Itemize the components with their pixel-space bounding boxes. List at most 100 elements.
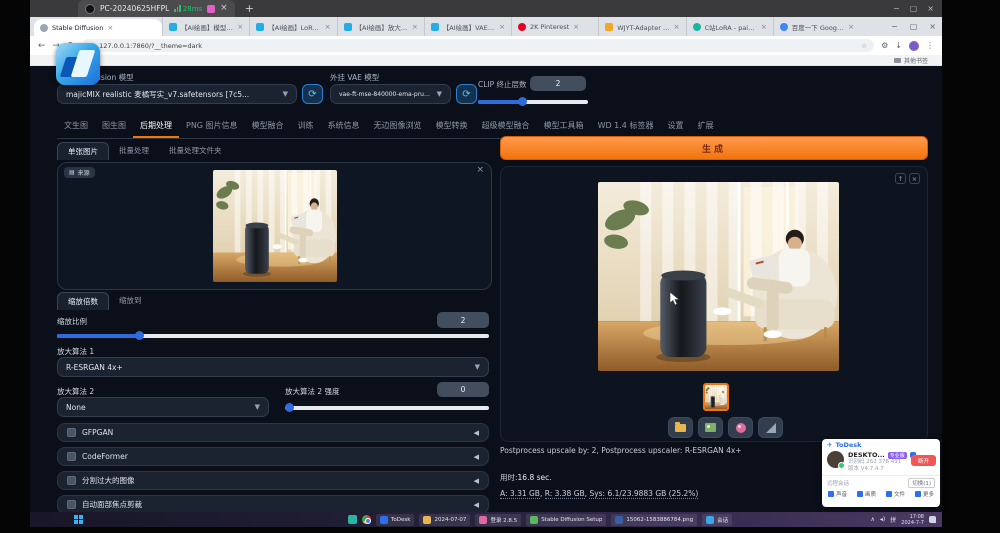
tab-close-icon[interactable]: × <box>761 23 767 31</box>
todesk-window-controls[interactable]: − ▢ × <box>893 0 934 17</box>
tab-close-icon[interactable]: × <box>573 23 579 31</box>
profile-avatar[interactable] <box>909 41 919 51</box>
auto-face-crop-checkbox[interactable] <box>67 500 76 509</box>
tab-checkpoint-merger[interactable]: 模型融合 <box>245 114 291 138</box>
result-image[interactable] <box>598 182 839 371</box>
accordion-gfpgan[interactable]: GFPGAN ◀ <box>57 423 489 442</box>
maximize-icon[interactable]: ▢ <box>910 4 918 13</box>
tab-txt2img[interactable]: 文生图 <box>57 114 95 138</box>
quality-action[interactable]: 画质 <box>857 490 876 498</box>
disconnect-button[interactable]: 断开 <box>911 455 936 466</box>
bookmark-star-icon[interactable]: ☆ <box>861 42 867 50</box>
file-transfer-action[interactable]: 文件 <box>886 490 905 498</box>
menu-kebab-icon[interactable]: ⋮ <box>926 41 934 50</box>
tab-close-icon[interactable]: × <box>499 23 505 31</box>
tab-wd-tagger[interactable]: WD 1.4 标签器 <box>591 114 661 138</box>
clear-image-icon[interactable]: × <box>476 165 484 175</box>
volume-icon[interactable]: ◂) <box>880 516 885 523</box>
tab-train[interactable]: 训练 <box>291 114 321 138</box>
browser-tab[interactable]: WJYT-Adapter 模型下载× <box>598 17 685 36</box>
close-preview-icon[interactable]: × <box>909 173 920 184</box>
send-to-extras-button[interactable] <box>758 417 783 438</box>
chrome-icon[interactable] <box>362 515 371 524</box>
browser-tab-stable-diffusion[interactable]: Stable Diffusion × <box>34 19 162 36</box>
subtab-batch-folder[interactable]: 批量处理文件夹 <box>159 142 232 160</box>
clock[interactable]: 17:082024-7-7 <box>901 514 924 526</box>
extensions-icon[interactable]: ⚙ <box>881 41 888 50</box>
accordion-split-oversized[interactable]: 分割过大的图像 ◀ <box>57 471 489 490</box>
vae-refresh-button[interactable]: ⟳ <box>456 84 477 104</box>
download-icon[interactable]: ↓ <box>895 41 902 50</box>
notification-icon[interactable] <box>929 516 936 523</box>
tab-close-icon[interactable]: × <box>848 23 854 31</box>
pinned-app-icon[interactable] <box>348 515 357 524</box>
browser-tab[interactable]: 【AI绘画】放大算法对比 - 哔哩哔哩× <box>337 17 424 36</box>
tab-extensions[interactable]: 扩展 <box>690 114 720 138</box>
tab-close-icon[interactable]: × <box>325 23 331 31</box>
tab-super-merger[interactable]: 超级模型融合 <box>475 114 537 138</box>
codeformer-checkbox[interactable] <box>67 452 76 461</box>
minimize-icon[interactable]: − <box>891 22 898 31</box>
new-session-button[interactable]: + <box>245 2 254 15</box>
start-button[interactable] <box>74 515 83 524</box>
clip-skip-value[interactable]: 2 <box>530 76 586 91</box>
open-folder-button[interactable] <box>668 417 693 438</box>
upscaler2-strength-value[interactable]: 0 <box>437 382 489 397</box>
maximize-icon[interactable]: ▢ <box>910 22 918 31</box>
upscaler1-dropdown[interactable]: R-ESRGAN 4x+▼ <box>57 357 489 377</box>
upscaler2-strength-slider[interactable] <box>285 401 489 413</box>
taskbar-item-login[interactable]: 登录 2.8.5 <box>475 514 521 526</box>
tab-png-info[interactable]: PNG 图片信息 <box>179 114 245 138</box>
minimize-icon[interactable]: − <box>893 4 900 13</box>
model-refresh-button[interactable]: ⟳ <box>302 84 323 104</box>
tab-scale-by[interactable]: 缩放倍数 <box>57 292 109 310</box>
save-image-button[interactable] <box>698 417 723 438</box>
close-icon[interactable]: × <box>927 4 934 13</box>
tab-img2img[interactable]: 图生图 <box>95 114 133 138</box>
browser-tab[interactable]: C站LoRA - paidia/FFTStudio× <box>686 17 773 36</box>
upscaler2-dropdown[interactable]: None▼ <box>57 397 269 417</box>
tab-settings[interactable]: 设置 <box>660 114 690 138</box>
taskbar-item-png-file[interactable]: 15062-1583886784.png <box>611 514 697 526</box>
tab-infinite-browser[interactable]: 无边图像浏览 <box>367 114 429 138</box>
fullscreen-icon[interactable]: ↑ <box>895 173 906 184</box>
record-icon[interactable] <box>207 5 215 13</box>
tab-close-icon[interactable]: × <box>412 23 418 31</box>
gfpgan-checkbox[interactable] <box>67 428 76 437</box>
tab-close-icon[interactable]: × <box>237 23 243 31</box>
tab-system-info[interactable]: 系统信息 <box>321 114 367 138</box>
generate-button[interactable]: 生成 <box>500 136 928 160</box>
tab-close-icon[interactable]: × <box>674 23 680 31</box>
taskbar-item-chat[interactable]: 会话 <box>702 514 732 526</box>
accordion-auto-face-crop[interactable]: 自动面部焦点剪裁 ◀ <box>57 495 489 512</box>
taskbar-item-folder[interactable]: 2024-07-07 <box>419 514 470 526</box>
scale-value[interactable]: 2 <box>437 312 489 328</box>
back-icon[interactable]: ← <box>38 41 46 51</box>
tab-extras[interactable]: 后期处理 <box>133 114 179 138</box>
todesk-session-tab[interactable]: PC-20240625HFPL 28ms × <box>78 0 235 17</box>
model-dropdown[interactable]: majicMIX realistic 麦橘写实_v7.safetensors [… <box>57 84 297 104</box>
close-session-icon[interactable]: × <box>220 4 228 13</box>
browser-tab[interactable]: 2K Pinterest× <box>511 17 598 36</box>
tab-model-converter[interactable]: 模型转换 <box>429 114 475 138</box>
send-to-img2img-button[interactable] <box>728 417 753 438</box>
tray-expand-icon[interactable]: ∧ <box>871 516 875 523</box>
tab-model-toolkit[interactable]: 模型工具箱 <box>537 114 591 138</box>
accordion-codeformer[interactable]: CodeFormer ◀ <box>57 447 489 466</box>
sound-action[interactable]: 声音 <box>828 490 847 498</box>
address-bar[interactable]: ⓘ 127.0.0.1:7860/?__theme=dark ☆ <box>82 39 874 52</box>
taskbar-item-todesk[interactable]: ToDesk <box>376 514 414 526</box>
clip-skip-slider[interactable] <box>478 95 588 107</box>
other-bookmarks-button[interactable]: 其他书签 <box>904 56 928 65</box>
browser-tab[interactable]: 百度一下 Google 搜索× <box>773 17 860 36</box>
more-action[interactable]: 更多 <box>915 490 934 498</box>
split-oversized-checkbox[interactable] <box>67 476 76 485</box>
vae-dropdown[interactable]: vae-ft-mse-840000-ema-pruned.safetensors… <box>330 84 451 104</box>
source-image-dropzone[interactable]: ▤来源 × <box>57 162 492 290</box>
close-icon[interactable]: × <box>929 22 936 31</box>
browser-window-controls[interactable]: − ▢ × <box>891 17 936 36</box>
ime-language[interactable]: 拼 <box>890 515 896 524</box>
tab-close-icon[interactable]: × <box>107 24 113 32</box>
browser-tab[interactable]: 【AI绘画】VAE模型使用 - 哔哩哔哩× <box>424 17 511 36</box>
result-thumbnail[interactable] <box>703 383 729 411</box>
